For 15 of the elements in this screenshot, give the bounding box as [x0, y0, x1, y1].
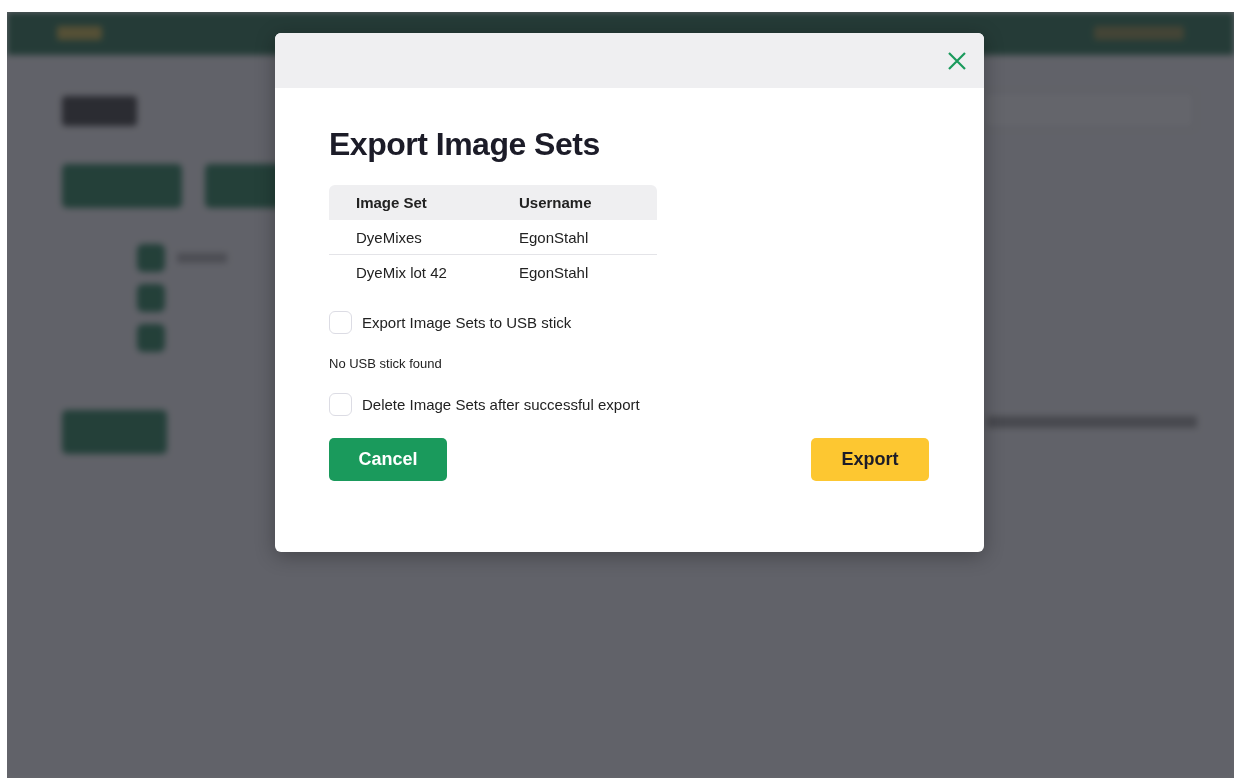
checkbox-label: Delete Image Sets after successful export	[362, 396, 640, 413]
status-text: No USB stick found	[329, 356, 443, 371]
table-cell: EgonStahl	[492, 220, 657, 255]
export-button[interactable]: Export	[811, 438, 929, 481]
column-header: Username	[492, 185, 657, 220]
column-header: Image Set	[329, 185, 492, 220]
table-cell: DyeMix lot 42	[329, 254, 492, 289]
close-icon[interactable]	[948, 51, 966, 70]
checkbox-label: Export Image Sets to USB stick	[362, 314, 572, 331]
table-cell: DyeMixes	[329, 220, 492, 255]
cancel-button[interactable]: Cancel	[329, 438, 447, 481]
checkbox[interactable]	[329, 393, 352, 416]
dialog-title: Export Image Sets	[329, 126, 601, 163]
checkbox[interactable]	[329, 311, 352, 334]
table-cell: EgonStahl	[492, 254, 657, 289]
